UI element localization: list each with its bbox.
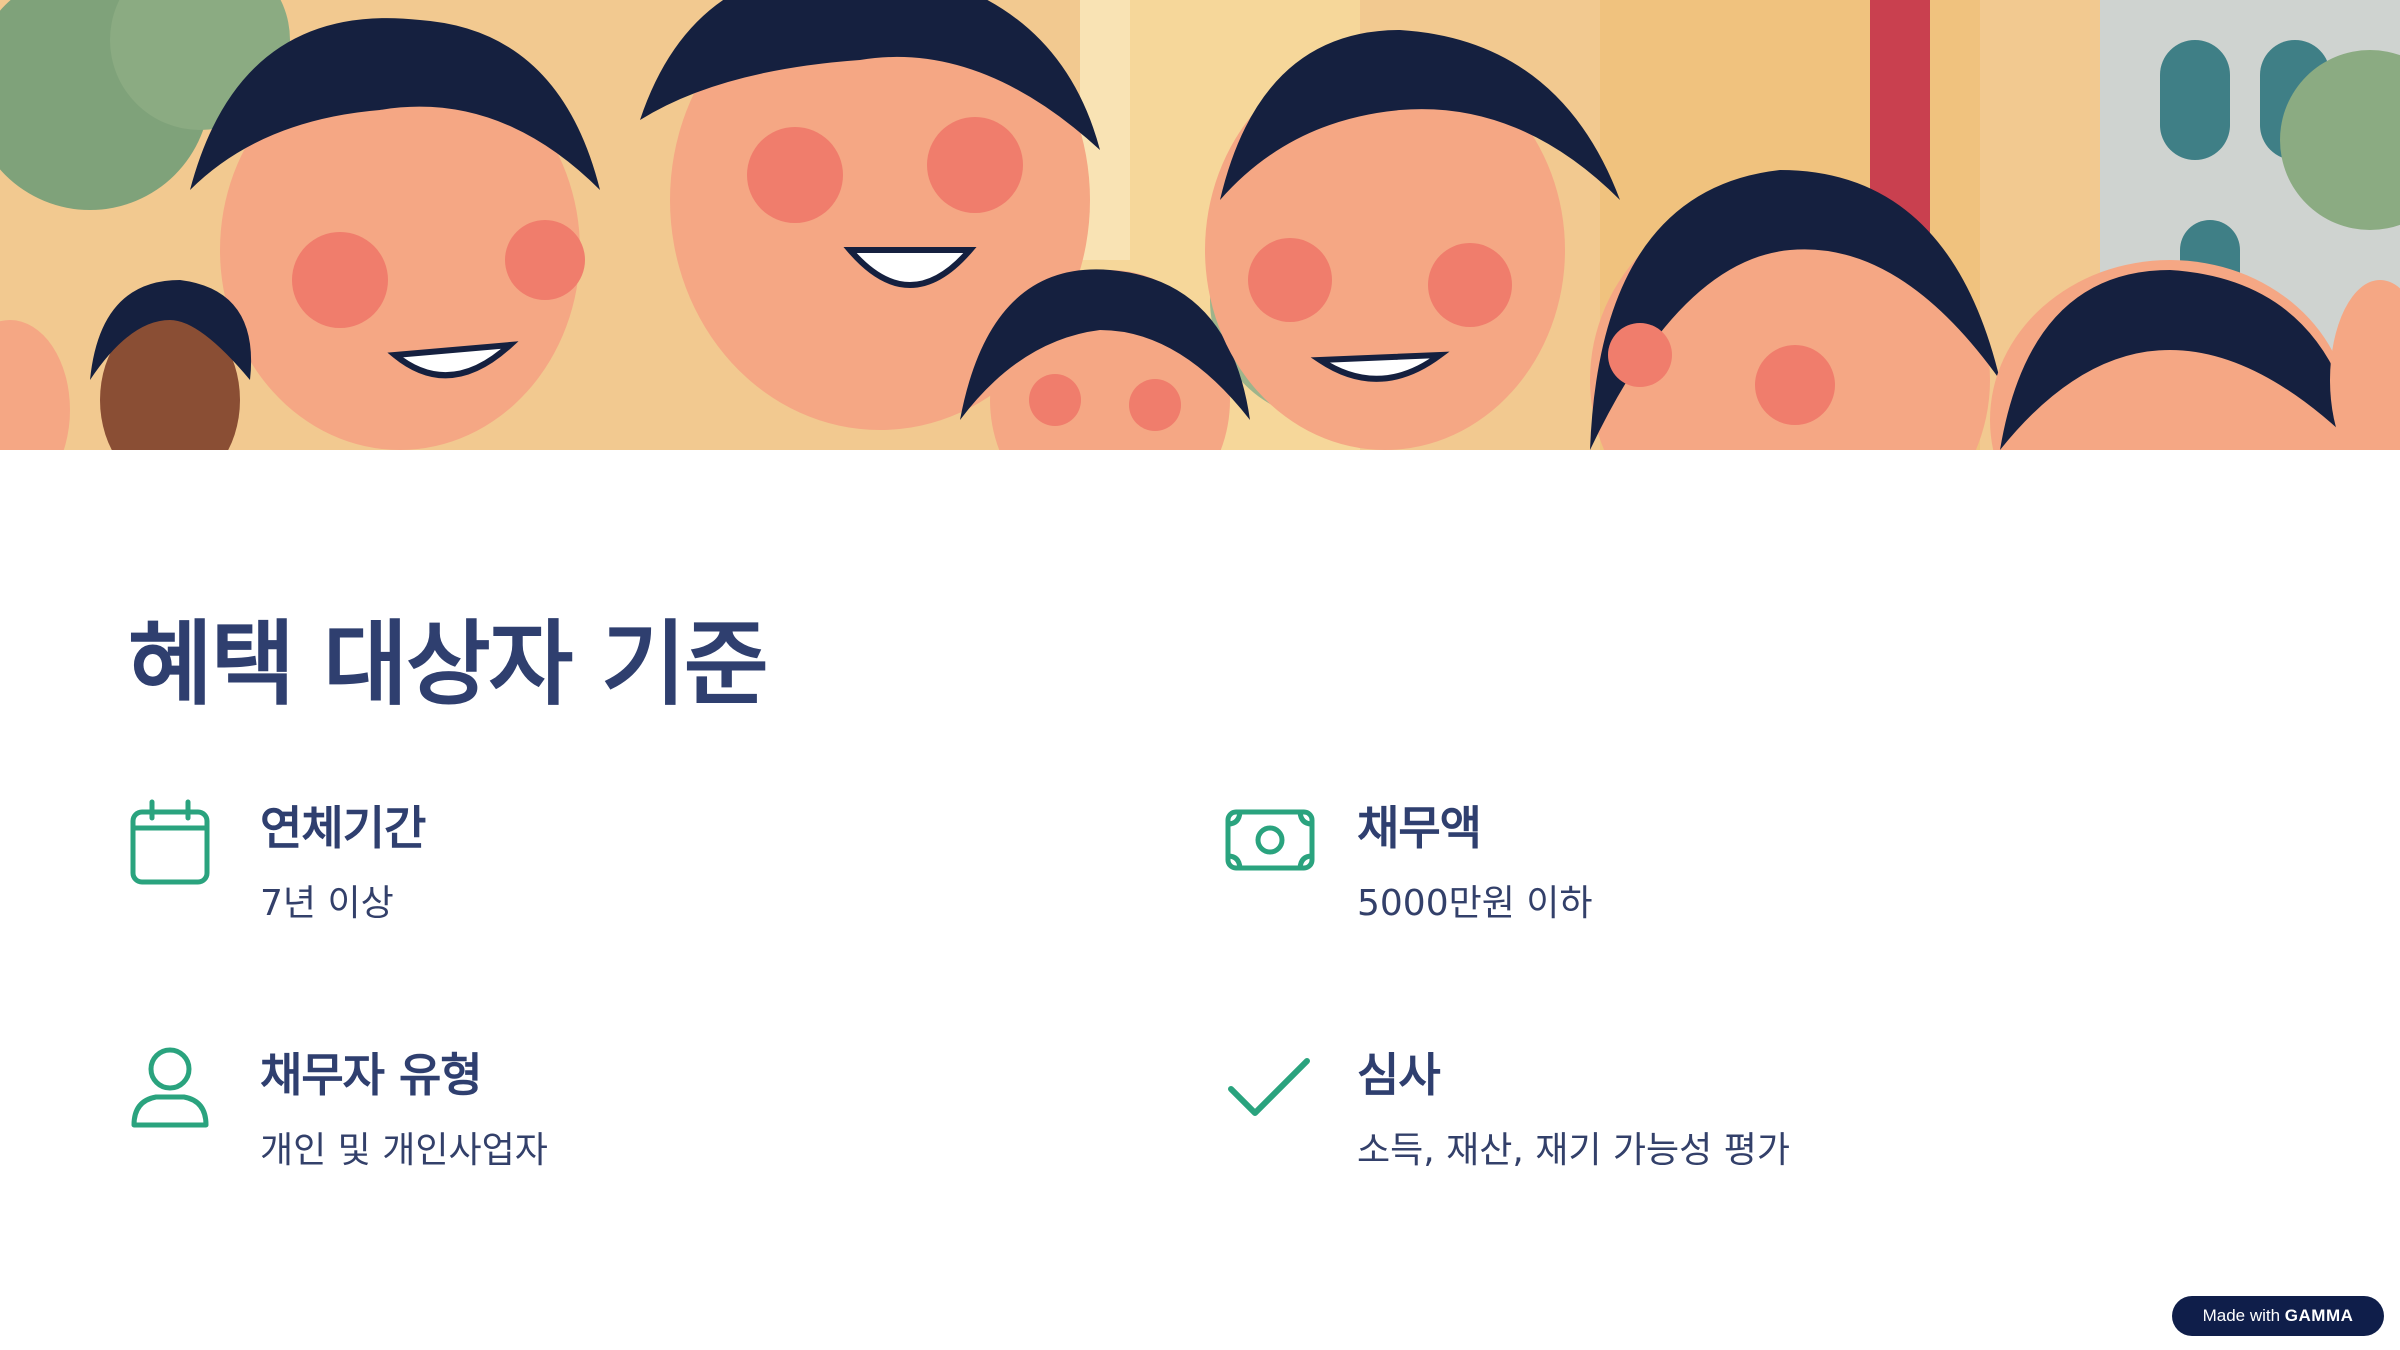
hero-illustration <box>0 0 2400 450</box>
criterion-debtor-type: 채무자 유형 개인 및 개인사업자 <box>128 1045 1028 1205</box>
criterion-description: 개인 및 개인사업자 <box>260 1130 548 1171</box>
criterion-overdue-period: 연체기간 7년 이상 <box>128 798 1028 958</box>
criterion-debt-amount: 채무액 5000만원 이하 <box>1225 798 2125 958</box>
made-with-gamma-badge[interactable]: Made with GAMMA <box>2172 1296 2384 1336</box>
page-title: 혜택 대상자 기준 <box>128 611 769 718</box>
criterion-title: 채무자 유형 <box>260 1048 483 1102</box>
criterion-title: 채무액 <box>1357 801 1482 855</box>
criterion-title: 심사 <box>1357 1048 1441 1102</box>
criterion-review: 심사 소득, 재산, 재기 가능성 평가 <box>1225 1045 2125 1205</box>
badge-prefix: Made with <box>2202 1306 2281 1325</box>
money-bill-icon <box>1225 798 1315 888</box>
person-icon <box>128 1045 218 1135</box>
calendar-icon <box>128 798 218 888</box>
criterion-description: 7년 이상 <box>260 883 394 924</box>
criterion-title: 연체기간 <box>260 801 426 855</box>
criterion-description: 소득, 재산, 재기 가능성 평가 <box>1357 1130 1790 1171</box>
gamma-logo-text: GAMMA <box>2284 1306 2354 1325</box>
criterion-description: 5000만원 이하 <box>1357 883 1593 924</box>
checkmark-icon <box>1225 1045 1315 1135</box>
